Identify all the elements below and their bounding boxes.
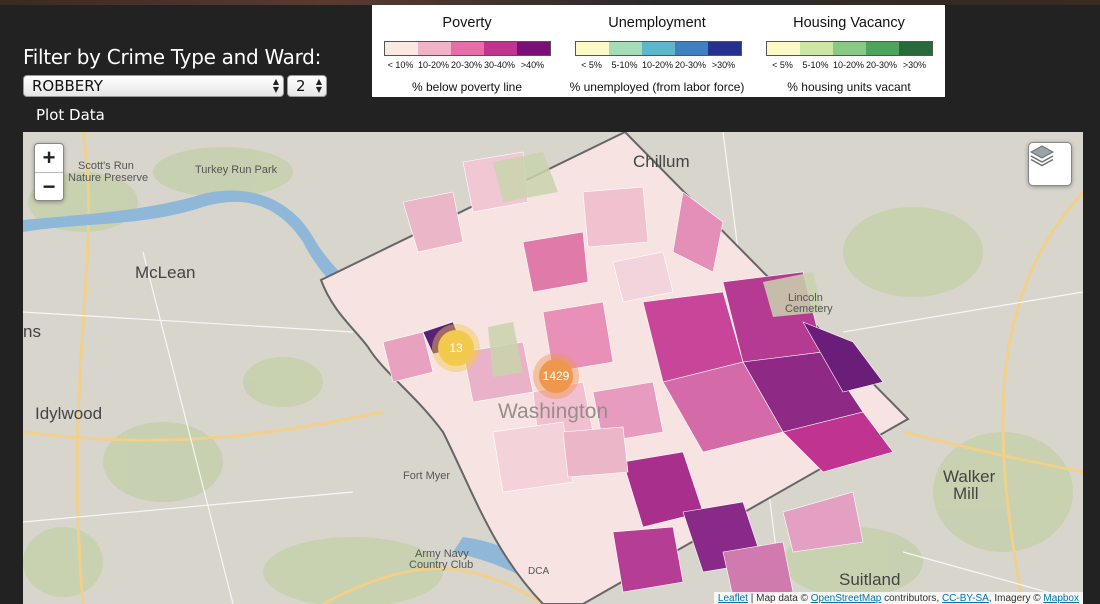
swatch bbox=[833, 42, 866, 55]
legend-caption: % unemployed (from labor force) bbox=[569, 80, 745, 94]
filter-title: Filter by Crime Type and Ward: bbox=[23, 45, 322, 69]
swatch bbox=[642, 42, 675, 55]
tick-label: 10-20% bbox=[832, 60, 865, 70]
tick-label: 10-20% bbox=[641, 60, 674, 70]
place-label: Scott's Run bbox=[78, 160, 134, 172]
zoom-control: + − bbox=[34, 143, 64, 201]
tick-label: < 10% bbox=[387, 60, 414, 70]
place-label: Nature Preserve bbox=[68, 172, 149, 184]
swatch bbox=[418, 42, 451, 55]
ward-value: 2 bbox=[296, 77, 306, 95]
mapbox-link[interactable]: Mapbox bbox=[1043, 593, 1079, 604]
legend-ticks: < 5% 5-10% 10-20% 20-30% >30% bbox=[575, 60, 740, 70]
tick-label: 30-40% bbox=[483, 60, 516, 70]
osm-link[interactable]: OpenStreetMap bbox=[811, 593, 882, 604]
swatch bbox=[484, 42, 517, 55]
place-label: Suitland bbox=[839, 570, 901, 589]
place-label: Fort Myer bbox=[403, 470, 451, 482]
legend-ticks: < 5% 5-10% 10-20% 20-30% >30% bbox=[766, 60, 931, 70]
legend-housing-vacancy: Housing Vacancy < 5% 5-10% 10-20% 20-30%… bbox=[754, 5, 944, 97]
swatch bbox=[576, 42, 609, 55]
map-attribution: Leaflet | Map data © OpenStreetMap contr… bbox=[713, 592, 1083, 604]
place-label: ns bbox=[23, 322, 41, 341]
tick-label: >40% bbox=[520, 60, 545, 70]
zoom-in-button[interactable]: + bbox=[35, 144, 63, 172]
place-label: McLean bbox=[135, 263, 196, 282]
legend-swatches bbox=[766, 41, 933, 56]
tick-label: < 5% bbox=[772, 60, 793, 70]
marker-cluster[interactable]: 13 bbox=[438, 330, 474, 366]
swatch bbox=[708, 42, 741, 55]
place-label: DCA bbox=[528, 566, 550, 577]
place-label: Cemetery bbox=[785, 303, 833, 315]
swatch bbox=[609, 42, 642, 55]
attribution-text: | Map data © bbox=[747, 593, 811, 604]
attribution-text: contributors, bbox=[881, 593, 942, 604]
zoom-out-button[interactable]: − bbox=[35, 172, 63, 200]
place-label: Turkey Run Park bbox=[195, 164, 278, 176]
place-label: Chillum bbox=[633, 152, 690, 171]
tick-label: < 5% bbox=[581, 60, 602, 70]
legend-panel: Poverty < 10% 10-20% 20-30% 30-40% >40% … bbox=[372, 5, 945, 97]
select-arrows-icon: ▲ ▼ bbox=[272, 77, 279, 94]
legend-swatches bbox=[384, 41, 551, 56]
tick-label: 5-10% bbox=[802, 60, 829, 70]
plot-data-button[interactable]: Plot Data bbox=[36, 106, 105, 124]
tick-label: 10-20% bbox=[417, 60, 450, 70]
tick-label: >30% bbox=[902, 60, 927, 70]
legend-caption: % below poverty line bbox=[411, 80, 523, 94]
tick-label: 5-10% bbox=[611, 60, 638, 70]
layers-button[interactable] bbox=[1028, 142, 1072, 186]
swatch bbox=[385, 42, 418, 55]
ward-select[interactable]: 2 ▲ ▼ bbox=[287, 75, 327, 97]
place-label: Idylwood bbox=[35, 404, 103, 423]
tick-label: 20-30% bbox=[865, 60, 898, 70]
leaflet-link[interactable]: Leaflet bbox=[718, 593, 748, 604]
ccbysa-link[interactable]: CC-BY-SA bbox=[942, 593, 989, 604]
attribution-text: , Imagery © bbox=[988, 593, 1044, 604]
layers-icon bbox=[1029, 145, 1055, 167]
tick-label: 20-30% bbox=[674, 60, 707, 70]
swatch bbox=[767, 42, 800, 55]
legend-title: Unemployment bbox=[608, 15, 706, 31]
legend-unemployment: Unemployment < 5% 5-10% 10-20% 20-30% >3… bbox=[562, 5, 752, 97]
select-arrows-icon: ▲ ▼ bbox=[315, 77, 322, 94]
place-label-city: Washington bbox=[498, 400, 609, 423]
tick-label: >30% bbox=[711, 60, 736, 70]
swatch bbox=[517, 42, 550, 55]
legend-title: Poverty bbox=[442, 15, 492, 31]
swatch bbox=[451, 42, 484, 55]
swatch bbox=[675, 42, 708, 55]
cluster-count: 13 bbox=[449, 341, 463, 355]
place-label: Country Club bbox=[409, 559, 474, 571]
map-view[interactable]: Scott's Run Nature Preserve Turkey Run P… bbox=[23, 132, 1083, 604]
swatch bbox=[800, 42, 833, 55]
place-label: Mill bbox=[953, 484, 979, 503]
legend-caption: % housing units vacant bbox=[787, 80, 911, 94]
swatch bbox=[899, 42, 932, 55]
crime-type-value: ROBBERY bbox=[32, 77, 103, 95]
cluster-count: 1429 bbox=[542, 369, 570, 383]
swatch bbox=[866, 42, 899, 55]
marker-cluster[interactable]: 1429 bbox=[539, 359, 573, 393]
legend-poverty: Poverty < 10% 10-20% 20-30% 30-40% >40% … bbox=[372, 5, 562, 97]
tick-label: 20-30% bbox=[450, 60, 483, 70]
legend-swatches bbox=[575, 41, 742, 56]
legend-ticks: < 10% 10-20% 20-30% 30-40% >40% bbox=[384, 60, 549, 70]
crime-type-select[interactable]: ROBBERY ▲ ▼ bbox=[23, 75, 284, 97]
legend-title: Housing Vacancy bbox=[793, 15, 905, 31]
